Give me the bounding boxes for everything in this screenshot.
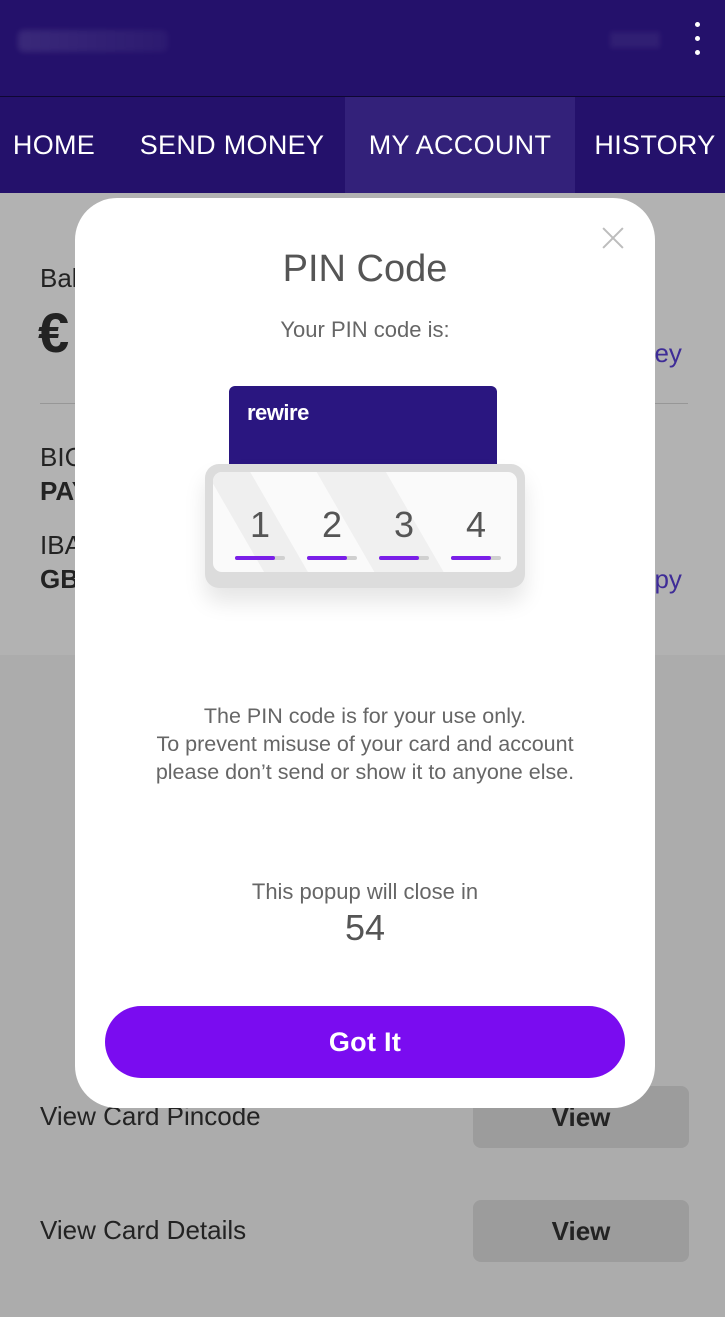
pin-digit-2: 2	[321, 504, 343, 545]
dialog-subtitle: Your PIN code is:	[280, 317, 450, 342]
pin-code-dialog: PIN Code Your PIN code is: rewire 1 2 3 …	[75, 198, 655, 1108]
pin-warning-note: The PIN code is for your use only. To pr…	[75, 702, 655, 786]
pin-digit-4: 4	[465, 504, 487, 545]
redacted-account-name	[18, 30, 168, 52]
countdown-value: 54	[344, 907, 386, 948]
nav-tabs: HOME SEND MONEY MY ACCOUNT HISTORY	[0, 97, 725, 193]
countdown-label: This popup will close in	[251, 879, 479, 904]
pin-display: 1 2 3 4	[205, 464, 525, 588]
dialog-title: PIN Code	[282, 248, 448, 290]
more-vert-icon[interactable]	[682, 16, 712, 60]
pin-underline-2	[307, 556, 357, 560]
app-bar	[0, 0, 725, 96]
note-line-1: The PIN code is for your use only.	[203, 704, 527, 728]
note-line-3: please don’t send or show it to anyone e…	[155, 760, 575, 784]
pin-digit-1: 1	[249, 504, 271, 545]
note-line-2: To prevent misuse of your card and accou…	[156, 732, 574, 756]
tab-send-money[interactable]: SEND MONEY	[122, 97, 342, 193]
tab-home[interactable]: HOME	[0, 97, 108, 193]
pin-underline-1	[235, 556, 285, 560]
card-brand-logo: rewire	[247, 400, 309, 425]
redacted-status	[610, 32, 660, 48]
pin-digit-3: 3	[393, 504, 415, 545]
pin-display-screen: 1 2 3 4	[213, 472, 517, 572]
got-it-button[interactable]: Got It	[105, 1006, 625, 1078]
pin-underline-4	[451, 556, 501, 560]
tab-history[interactable]: HISTORY	[585, 97, 725, 193]
pin-underline-3	[379, 556, 429, 560]
tab-my-account[interactable]: MY ACCOUNT	[345, 97, 575, 193]
